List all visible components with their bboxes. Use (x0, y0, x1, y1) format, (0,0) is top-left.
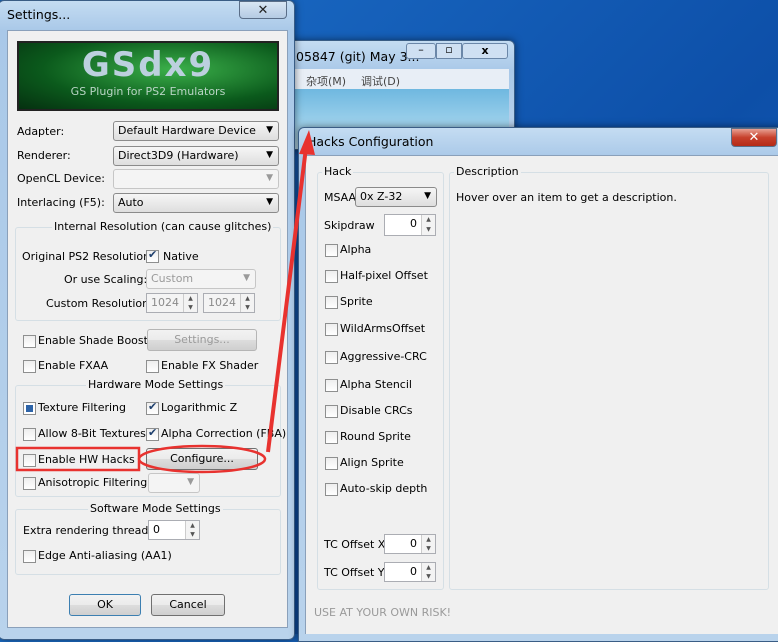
annotation-ellipse (137, 444, 267, 474)
annotation-box (15, 446, 141, 472)
annotation-arrowhead-icon (299, 130, 315, 155)
annotation-arrow-line (266, 147, 308, 453)
annotation-overlay (15, 130, 315, 474)
